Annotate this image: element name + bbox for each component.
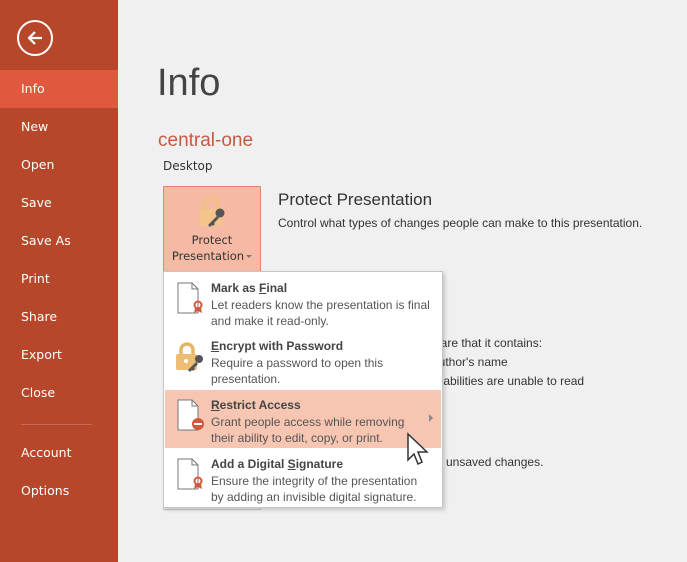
accelerator-key: S — [287, 457, 296, 471]
menu-item-title: Encrypt with Password — [211, 339, 344, 353]
accelerator-key: F — [259, 281, 267, 295]
menu-item-mark-as-final[interactable]: Mark as Final Let readers know the prese… — [165, 273, 441, 331]
menu-item-encrypt-with-password[interactable]: Encrypt with Password Require a password… — [165, 331, 441, 389]
sidebar-item-save[interactable]: Save — [0, 184, 118, 222]
back-arrow-icon — [27, 31, 42, 45]
menu-item-add-digital-signature[interactable]: Add a Digital Signature Ensure the integ… — [165, 449, 441, 507]
sidebar-item-new[interactable]: New — [0, 108, 118, 146]
file-name: central-one — [158, 130, 254, 151]
protect-menu: Mark as Final Let readers know the prese… — [163, 271, 443, 508]
menu-item-description: Grant people access while removing their… — [211, 415, 405, 445]
menu-item-description: Let readers know the presentation is fin… — [211, 298, 430, 328]
protect-section-description: Control what types of changes people can… — [278, 216, 643, 230]
menu-item-title: Mark as Final — [211, 281, 288, 295]
chevron-down-icon — [246, 255, 253, 258]
lock-key-icon — [200, 196, 225, 227]
protect-presentation-button[interactable]: Protect Presentation — [163, 186, 261, 272]
menu-item-description: Require a password to open this presenta… — [211, 356, 384, 386]
menu-item-title: Add a Digital Signature — [211, 457, 344, 471]
menu-item-title: Restrict Access — [211, 398, 301, 412]
protect-button-line2: Presentation — [171, 249, 245, 263]
file-location: Desktop — [163, 159, 213, 173]
protect-button-line1: Protect — [191, 233, 233, 247]
sidebar-item-info[interactable]: Info — [0, 70, 118, 108]
inspect-text-line3: lisabilities are unable to read — [432, 374, 585, 388]
sidebar-item-close[interactable]: Close — [0, 374, 118, 412]
sidebar-item-export[interactable]: Export — [0, 336, 118, 374]
inspect-text-line2: author's name — [432, 355, 508, 369]
sidebar-item-options[interactable]: Options — [0, 472, 118, 510]
sidebar-divider — [21, 424, 92, 425]
menu-item-restrict-access[interactable]: Restrict Access Grant people access whil… — [165, 390, 441, 448]
sidebar-item-save-as[interactable]: Save As — [0, 222, 118, 260]
backstage-sidebar: Info New Open Save Save As Print Share E… — [0, 0, 118, 562]
protect-section-title: Protect Presentation — [278, 190, 433, 209]
versions-text-line1: er unsaved changes. — [432, 455, 544, 469]
lock-key-icon — [176, 342, 203, 372]
sidebar-item-share[interactable]: Share — [0, 298, 118, 336]
submenu-arrow-icon — [429, 414, 433, 422]
document-restricted-icon — [177, 399, 204, 431]
accelerator-key: R — [211, 398, 220, 412]
sidebar-item-print[interactable]: Print — [0, 260, 118, 298]
document-ribbon-icon — [177, 282, 203, 314]
page-title: Info — [157, 62, 221, 104]
mouse-pointer-icon — [407, 432, 429, 466]
accelerator-key: E — [211, 339, 220, 353]
document-ribbon-icon — [177, 458, 203, 490]
sidebar-item-account[interactable]: Account — [0, 434, 118, 472]
menu-item-description: Ensure the integrity of the presentation… — [211, 474, 418, 504]
back-button[interactable] — [17, 20, 53, 56]
sidebar-item-open[interactable]: Open — [0, 146, 118, 184]
inspect-text-line1: ware that it contains: — [432, 336, 543, 350]
